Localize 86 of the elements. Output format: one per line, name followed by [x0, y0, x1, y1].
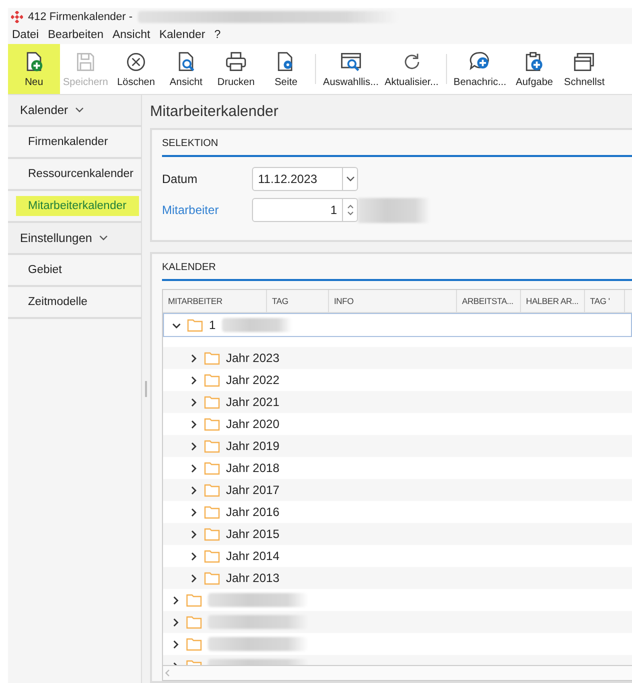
windows-icon [572, 50, 596, 74]
folder-icon [204, 527, 220, 541]
chevron-right-icon[interactable] [189, 354, 198, 362]
folder-icon [204, 549, 220, 563]
tree-label[interactable]: Jahr 2013 [226, 571, 280, 585]
spinner-icon[interactable] [346, 203, 354, 217]
folder-icon [186, 637, 202, 651]
menu-item[interactable]: Kalender [159, 29, 206, 41]
dropdown-icon [346, 176, 354, 182]
tree-label[interactable]: Jahr 2018 [226, 461, 280, 475]
chevron-right-icon[interactable] [171, 618, 180, 626]
tree-label[interactable]: Jahr 2017 [226, 483, 280, 497]
tree-label[interactable]: Jahr 2014 [226, 549, 280, 563]
menu-item[interactable]: Bearbeiten [48, 29, 104, 41]
folder-icon [186, 615, 202, 629]
blurred-text [358, 198, 430, 222]
window-search-icon [338, 50, 363, 74]
tree-label[interactable]: Jahr 2021 [226, 395, 280, 409]
chevron-right-icon[interactable] [189, 552, 198, 560]
chevron-right-icon[interactable] [171, 596, 180, 604]
folder-icon [187, 318, 203, 332]
sidebar-item[interactable]: Ressourcenkalender [16, 164, 146, 184]
window-title: 412 Firmenkalender - [28, 11, 133, 23]
toolbar-button[interactable]: Aktualisier... [382, 44, 442, 94]
toolbar-button[interactable]: Neu [8, 44, 60, 94]
folder-icon [204, 395, 220, 409]
folder-icon [204, 439, 220, 453]
folder-icon [204, 417, 220, 431]
toolbar-button[interactable]: Schnellst [559, 44, 610, 94]
blurred-text [222, 318, 292, 332]
toolbar-button[interactable]: Ansicht [161, 44, 212, 94]
tree-label[interactable]: Jahr 2015 [226, 527, 280, 541]
chevron-down-icon [75, 107, 84, 113]
chevron-down-icon [99, 235, 108, 241]
sidebar-item[interactable]: Firmenkalender [16, 132, 121, 152]
toolbar-button[interactable]: Seite [261, 44, 312, 94]
column-header[interactable]: ARBEITSTA... [457, 290, 521, 312]
chevron-right-icon[interactable] [189, 442, 198, 450]
printer-icon [224, 50, 248, 74]
chevron-right-icon[interactable] [171, 640, 180, 648]
chevron-down-icon[interactable] [172, 320, 181, 330]
section-title: KALENDER [162, 254, 632, 281]
column-header[interactable]: TAG [267, 290, 329, 312]
chevron-right-icon[interactable] [189, 464, 198, 472]
sidebar-item[interactable]: Mitarbeiterkalender [16, 196, 140, 216]
column-header[interactable]: HALBER AR... [521, 290, 585, 312]
toolbar-button[interactable]: Drucken [211, 44, 262, 94]
app-logo-icon [11, 11, 23, 23]
folder-icon [204, 505, 220, 519]
tree-label[interactable]: Jahr 2016 [226, 505, 280, 519]
sidebar-item[interactable]: Zeitmodelle [16, 292, 100, 312]
folder-icon [204, 351, 220, 365]
menu-item[interactable]: ? [214, 29, 221, 41]
column-header[interactable]: TAG ' [585, 290, 625, 312]
tree-label[interactable]: 1 [209, 318, 216, 332]
chevron-right-icon[interactable] [189, 420, 198, 428]
menu-item[interactable]: Datei [12, 29, 39, 41]
folder-icon [204, 483, 220, 497]
toolbar-button[interactable]: Löschen [111, 44, 162, 94]
folder-icon [204, 461, 220, 475]
tree-label[interactable]: Jahr 2020 [226, 417, 280, 431]
folder-icon [204, 373, 220, 387]
number-field[interactable]: 1 [252, 198, 358, 222]
chevron-right-icon[interactable] [189, 508, 198, 516]
toolbar-button[interactable]: Aufgabe [509, 44, 560, 94]
section-title: SELEKTION [162, 130, 632, 157]
column-header[interactable]: MITARBEITER [163, 290, 267, 312]
field-link[interactable]: Mitarbeiter [162, 203, 252, 217]
chevron-right-icon[interactable] [189, 574, 198, 582]
folder-icon [204, 571, 220, 585]
chevron-right-icon[interactable] [189, 530, 198, 538]
sidebar-item[interactable]: Gebiet [16, 260, 75, 280]
date-field[interactable]: 11.12.2023 [252, 167, 358, 191]
folder-icon [186, 593, 202, 607]
column-header[interactable]: INFO [329, 290, 457, 312]
toolbar-button[interactable]: Auswahllis... [320, 44, 382, 94]
field-label: Datum [162, 172, 198, 186]
tree-label[interactable]: Jahr 2019 [226, 439, 280, 453]
chevron-right-icon[interactable] [189, 398, 198, 406]
chevron-right-icon[interactable] [189, 376, 198, 384]
menu-item[interactable]: Ansicht [112, 29, 150, 41]
chevron-right-icon[interactable] [189, 486, 198, 494]
toolbar-button[interactable]: Benachric... [450, 44, 510, 94]
tree-label[interactable]: Jahr 2023 [226, 351, 280, 365]
page-title: Mitarbeiterkalender [150, 102, 280, 122]
tree-label[interactable]: Jahr 2022 [226, 373, 280, 387]
